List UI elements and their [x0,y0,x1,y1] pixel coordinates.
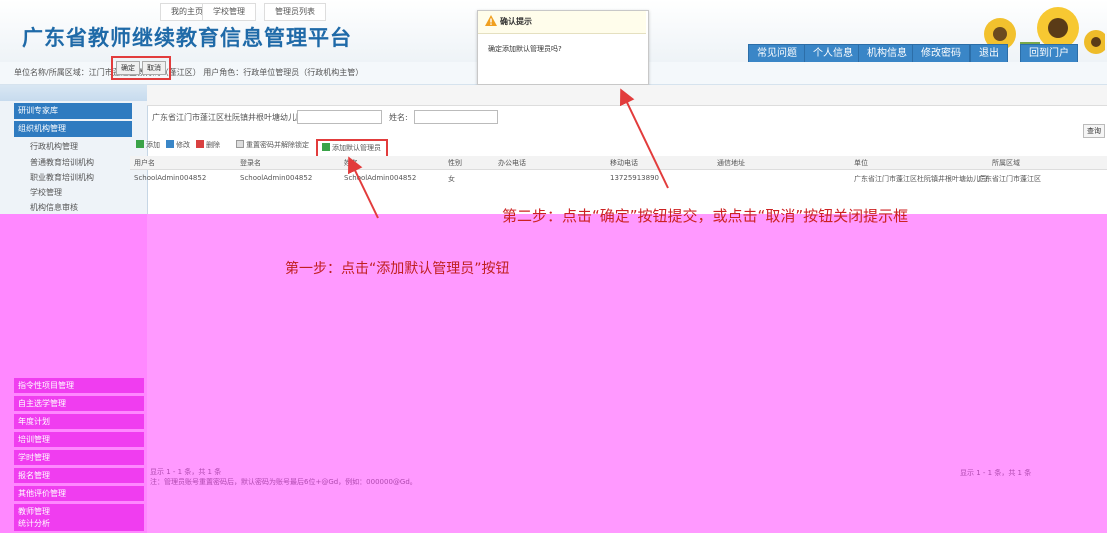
query-button[interactable]: 查询 [1083,124,1105,138]
col-region[interactable]: 所属区域 [992,158,1020,168]
tab-school-mgmt[interactable]: 学校管理 [202,3,256,21]
add-icon [322,143,330,151]
pager-info-right: 显示 1 - 1 条，共 1 条 [960,469,1032,477]
nav-profile-button[interactable]: 个人信息 [804,44,862,63]
cell-unit: 广东省江门市蓬江区杜阮镇井根叶塘幼儿园 [854,175,987,183]
sidebar-section-expert[interactable]: 研训专家库 [14,103,132,119]
toolbar: 添加 修改 删除 重置密码并解除锁定 [130,140,1107,154]
grid-header: 用户名 登录名 姓名 性别 办公电话 移动电话 通信地址 单位 所属区域 [130,156,1107,170]
checkbox-icon [236,140,244,148]
cell-mobile: 13725913890 [610,174,659,182]
delete-button[interactable]: 删除 [196,140,220,150]
dialog-title: 确认提示 [500,17,532,26]
step1-annotation: 第一步：点击“添加默认管理员”按钮 [285,261,510,277]
cell-login: SchoolAdmin004852 [240,174,313,182]
dialog-cancel-button[interactable]: 取消 [142,61,166,75]
sidebar-section-evaluation[interactable]: 其他评价管理 [14,486,144,501]
col-username[interactable]: 用户名 [134,158,155,168]
app-title: 广东省教师继续教育信息管理平台 [22,26,352,50]
sidebar-section-self-study[interactable]: 自主选学管理 [14,396,144,411]
confirm-dialog: 确认提示 确定添加默认管理员吗? [477,10,649,85]
password-note: 注：管理员账号重置密码后，默认密码为账号最后6位+@Gd，例如：000000@G… [150,478,417,486]
sidebar-section-org[interactable]: 组织机构管理 [14,121,132,137]
dialog-buttons-highlight: 确定 取消 [111,56,171,80]
cell-username: SchoolAdmin004852 [134,174,207,182]
name-input[interactable] [414,110,498,124]
sidebar-item-vocational-training[interactable]: 职业教育培训机构 [30,172,94,183]
dialog-message: 确定添加默认管理员吗? [488,45,562,53]
pager-info: 显示 1 - 1 条，共 1 条 [150,468,222,476]
nav-logout-button[interactable]: 退出 [970,44,1008,63]
col-login[interactable]: 登录名 [240,158,261,168]
nav-org-info-button[interactable]: 机构信息 [858,44,916,63]
sidebar-section-annual-plan[interactable]: 年度计划 [14,414,144,429]
sidebar-item-school[interactable]: 学校管理 [30,187,62,198]
add-icon [136,140,144,148]
sidebar-section-registration[interactable]: 报名管理 [14,468,144,483]
col-unit[interactable]: 单位 [854,158,868,168]
step2-annotation: 第二步：点击“确定”按钮提交，或点击“取消”按钮关闭提示框 [502,207,909,225]
edit-icon [166,140,174,148]
sidebar-item-org-review[interactable]: 机构信息审核 [30,202,78,213]
delete-icon [196,140,204,148]
col-gender[interactable]: 性别 [448,158,462,168]
sidebar-section-credit-hours[interactable]: 学时管理 [14,450,144,465]
col-name[interactable]: 姓名 [344,158,358,168]
reset-password-button[interactable]: 重置密码并解除锁定 [236,140,309,150]
edit-button[interactable]: 修改 [166,140,190,150]
table-row[interactable]: SchoolAdmin004852 SchoolAdmin004852 Scho… [130,170,1107,185]
add-default-admin-button[interactable]: 添加默认管理员 [322,143,381,153]
sidebar-collapse-bar[interactable] [0,85,147,101]
nav-change-password-button[interactable]: 修改密码 [912,44,970,63]
sidebar-item-admin-org[interactable]: 行政机构管理 [30,141,78,152]
name-label: 姓名: [389,113,408,122]
cell-region: 广东省江门市蓬江区 [978,175,1041,183]
nav-portal-button[interactable]: 回到门户 [1020,44,1078,63]
login-name-input[interactable] [297,110,382,124]
cell-name: SchoolAdmin004852 [344,174,417,182]
col-address[interactable]: 通信地址 [717,158,745,168]
sidebar-section-statistics[interactable]: 统计分析 [14,516,144,531]
col-office-phone[interactable]: 办公电话 [498,158,526,168]
nav-faq-button[interactable]: 常见问题 [748,44,806,63]
grid-footer: 显示 1 - 1 条，共 1 条 注：管理员账号重置密码后，默认密码为账号最后6… [150,467,417,487]
tab-bar [147,85,1107,106]
sidebar-item-general-training[interactable]: 普通教育培训机构 [30,157,94,168]
sidebar-section-training[interactable]: 培训管理 [14,432,144,447]
sidebar-section-directive[interactable]: 指令性项目管理 [14,378,144,393]
tab-admin-list[interactable]: 管理员列表 [264,3,326,21]
add-button[interactable]: 添加 [136,140,160,150]
warning-icon [485,15,497,26]
col-mobile[interactable]: 移动电话 [610,158,638,168]
cell-gender: 女 [448,175,455,183]
dialog-ok-button[interactable]: 确定 [116,61,140,75]
